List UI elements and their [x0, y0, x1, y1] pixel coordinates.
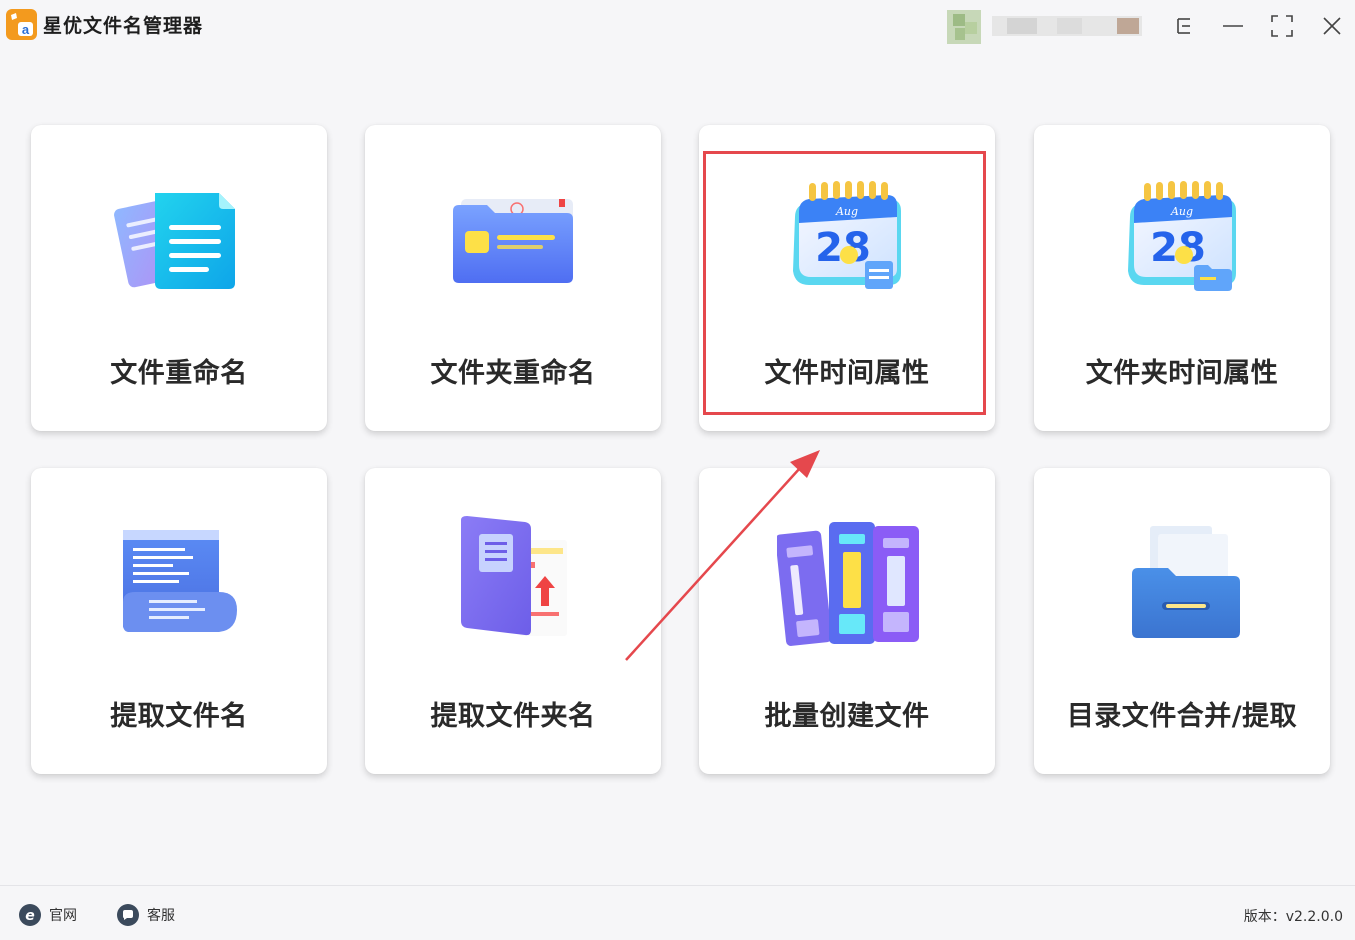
card-label: 文件夹重命名 — [430, 358, 596, 389]
official-website-link[interactable]: e 官网 — [19, 904, 77, 926]
calendar-folder-icon: Aug 28 — [1034, 125, 1330, 345]
card-label: 文件时间属性 — [764, 358, 930, 389]
title-bar: a 星优文件名管理器 — [0, 0, 1355, 52]
card-label: 文件重命名 — [110, 358, 248, 389]
footer: e 官网 客服 版本：v2.2.0.0 — [0, 885, 1355, 940]
file-drawer-icon — [1034, 468, 1330, 688]
customer-service-link[interactable]: 客服 — [117, 904, 175, 926]
app-logo-icon: a — [6, 9, 37, 40]
website-label: 官网 — [49, 908, 77, 924]
card-folder-rename[interactable]: 文件夹重命名 — [365, 125, 661, 431]
card-batch-create-files[interactable]: 批量创建文件 — [699, 468, 995, 774]
card-folder-time-attributes[interactable]: Aug 28 文件夹时间属性 — [1034, 125, 1330, 431]
binders-icon — [699, 468, 995, 688]
calendar-icon: Aug 28 — [699, 125, 995, 345]
card-label: 提取文件夹名 — [430, 701, 596, 732]
card-file-rename[interactable]: 文件重命名 — [31, 125, 327, 431]
svg-text:e: e — [25, 908, 35, 924]
card-merge-extract-directory-files[interactable]: 目录文件合并/提取 — [1034, 468, 1330, 774]
user-avatar[interactable] — [947, 8, 1162, 44]
svg-text:28: 28 — [815, 225, 871, 271]
card-extract-filenames[interactable]: 提取文件名 — [31, 468, 327, 774]
svg-text:Aug: Aug — [1170, 205, 1193, 218]
card-extract-folder-names[interactable]: 提取文件夹名 — [365, 468, 661, 774]
app-title: 星优文件名管理器 — [43, 15, 204, 37]
chat-bubble-icon — [117, 904, 139, 926]
svg-text:a: a — [22, 22, 30, 37]
document-stack-icon — [31, 125, 327, 345]
maximize-icon[interactable] — [1268, 12, 1296, 40]
support-label: 客服 — [147, 908, 175, 924]
card-label: 提取文件名 — [110, 701, 248, 732]
close-icon[interactable] — [1318, 12, 1346, 40]
card-label: 目录文件合并/提取 — [1066, 701, 1298, 732]
svg-text:28: 28 — [1150, 225, 1206, 271]
browser-e-icon: e — [19, 904, 41, 926]
card-label: 文件夹时间属性 — [1085, 358, 1279, 389]
card-file-time-attributes[interactable]: Aug 28 文件时间属性 — [699, 125, 995, 431]
version-text: 版本：v2.2.0.0 — [1243, 909, 1343, 925]
svg-text:Aug: Aug — [835, 205, 858, 218]
card-label: 批量创建文件 — [764, 701, 930, 732]
menu-icon[interactable] — [1172, 12, 1196, 40]
minimize-icon[interactable] — [1219, 12, 1247, 40]
scroll-list-icon — [31, 468, 327, 688]
folder-icon — [365, 125, 661, 345]
book-upload-icon — [365, 468, 661, 688]
